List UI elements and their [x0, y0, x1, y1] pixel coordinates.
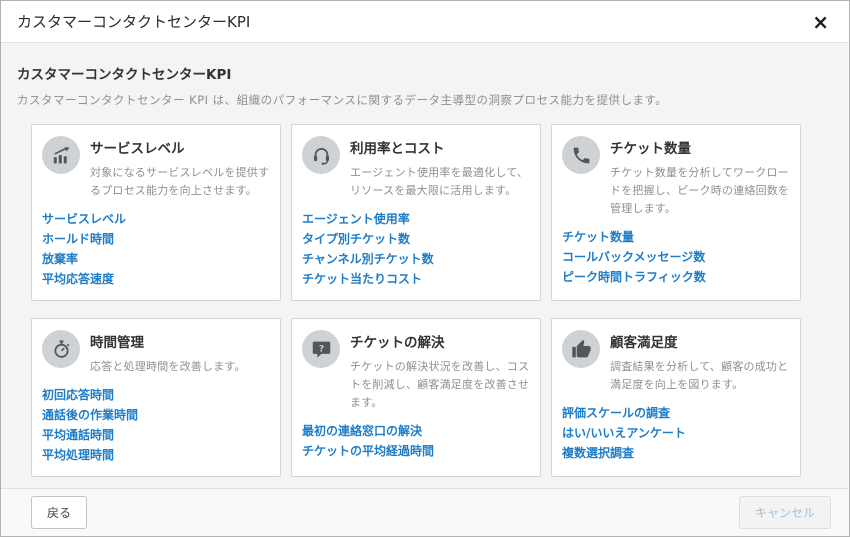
thumbs-up-icon: [562, 330, 600, 368]
kpi-link[interactable]: チケット数量: [562, 227, 790, 247]
kpi-card-utilization-cost: 利用率とコスト エージェント使用率を最適化して、リソースを最大限に活用します。 …: [291, 124, 541, 301]
card-link-list: 評価スケールの調査 はい/いいえアンケート 複数選択調査: [562, 403, 790, 463]
kpi-link[interactable]: コールバックメッセージ数: [562, 247, 790, 267]
card-description: 応答と処理時間を改善します。: [90, 358, 270, 376]
kpi-link[interactable]: チャンネル別チケット数: [302, 249, 530, 269]
card-header: ? チケットの解決 チケットの解決状況を改善し、コストを削減し、顧客満足度を改善…: [302, 330, 530, 412]
kpi-link[interactable]: 複数選択調査: [562, 443, 790, 463]
headset-icon: [302, 136, 340, 174]
kpi-card-customer-satisfaction: 顧客満足度 調査結果を分析して、顧客の成功と満足度を向上を図ります。 評価スケー…: [551, 318, 801, 477]
card-header: 顧客満足度 調査結果を分析して、顧客の成功と満足度を向上を図ります。: [562, 330, 790, 394]
kpi-card-time-management: 時間管理 応答と処理時間を改善します。 初回応答時間 通話後の作業時間 平均通話…: [31, 318, 281, 477]
card-link-list: チケット数量 コールバックメッセージ数 ピーク時間トラフィック数: [562, 227, 790, 287]
kpi-link[interactable]: はい/いいえアンケート: [562, 423, 790, 443]
card-title: 利用率とコスト: [350, 137, 530, 157]
kpi-link[interactable]: 平均通話時間: [42, 425, 270, 445]
back-button[interactable]: 戻る: [31, 496, 87, 529]
card-link-list: エージェント使用率 タイプ別チケット数 チャンネル別チケット数 チケット当たりコ…: [302, 209, 530, 289]
card-header: チケット数量 チケット数量を分析してワークロードを把握し、ピーク時の連絡回数を管…: [562, 136, 790, 218]
card-header: サービスレベル 対象になるサービスレベルを提供するプロセス能力を向上させます。: [42, 136, 270, 200]
kpi-card-service-level: サービスレベル 対象になるサービスレベルを提供するプロセス能力を向上させます。 …: [31, 124, 281, 301]
card-description: チケットの解決状況を改善し、コストを削減し、顧客満足度を改善させます。: [350, 358, 530, 412]
card-header: 時間管理 応答と処理時間を改善します。: [42, 330, 270, 376]
chat-question-icon: ?: [302, 330, 340, 368]
section-title: カスタマーコンタクトセンターKPI: [17, 63, 833, 83]
question-mark-glyph: ?: [318, 343, 323, 354]
card-link-list: サービスレベル ホールド時間 放棄率 平均応答速度: [42, 209, 270, 289]
kpi-link[interactable]: 評価スケールの調査: [562, 403, 790, 423]
bar-chart-icon: [42, 136, 80, 174]
cancel-button[interactable]: キャンセル: [739, 496, 831, 529]
card-title: 顧客満足度: [610, 331, 790, 351]
card-link-list: 最初の連絡窓口の解決 チケットの平均経過時間: [302, 421, 530, 461]
kpi-link[interactable]: ピーク時間トラフィック数: [562, 267, 790, 287]
dialog-footer: 戻る キャンセル: [1, 488, 849, 536]
kpi-link[interactable]: 放棄率: [42, 249, 270, 269]
kpi-link[interactable]: ホールド時間: [42, 229, 270, 249]
kpi-link[interactable]: 平均応答速度: [42, 269, 270, 289]
kpi-link[interactable]: サービスレベル: [42, 209, 270, 229]
card-title: 時間管理: [90, 331, 270, 351]
phone-icon: [562, 136, 600, 174]
card-description: エージェント使用率を最適化して、リソースを最大限に活用します。: [350, 164, 530, 200]
kpi-card-grid: サービスレベル 対象になるサービスレベルを提供するプロセス能力を向上させます。 …: [31, 124, 833, 477]
card-description: 対象になるサービスレベルを提供するプロセス能力を向上させます。: [90, 164, 270, 200]
card-link-list: 初回応答時間 通話後の作業時間 平均通話時間 平均処理時間: [42, 385, 270, 465]
card-description: 調査結果を分析して、顧客の成功と満足度を向上を図ります。: [610, 358, 790, 394]
stopwatch-icon: [42, 330, 80, 368]
dialog-title: カスタマーコンタクトセンターKPI: [17, 11, 250, 32]
kpi-link[interactable]: 最初の連絡窓口の解決: [302, 421, 530, 441]
card-header: 利用率とコスト エージェント使用率を最適化して、リソースを最大限に活用します。: [302, 136, 530, 200]
kpi-card-ticket-resolution: ? チケットの解決 チケットの解決状況を改善し、コストを削減し、顧客満足度を改善…: [291, 318, 541, 477]
kpi-dialog: カスタマーコンタクトセンターKPI × カスタマーコンタクトセンターKPI カス…: [0, 0, 850, 537]
kpi-link[interactable]: 通話後の作業時間: [42, 405, 270, 425]
kpi-link[interactable]: エージェント使用率: [302, 209, 530, 229]
kpi-link[interactable]: 平均処理時間: [42, 445, 270, 465]
kpi-link[interactable]: チケット当たりコスト: [302, 269, 530, 289]
dialog-body: カスタマーコンタクトセンターKPI カスタマーコンタクトセンター KPI は、組…: [1, 43, 849, 488]
card-title: チケットの解決: [350, 331, 530, 351]
kpi-card-ticket-volume: チケット数量 チケット数量を分析してワークロードを把握し、ピーク時の連絡回数を管…: [551, 124, 801, 301]
section-description: カスタマーコンタクトセンター KPI は、組織のパフォーマンスに関するデータ主導…: [17, 92, 833, 108]
card-title: チケット数量: [610, 137, 790, 157]
card-title: サービスレベル: [90, 137, 270, 157]
close-icon[interactable]: ×: [808, 10, 833, 34]
card-description: チケット数量を分析してワークロードを把握し、ピーク時の連絡回数を管理します。: [610, 164, 790, 218]
dialog-header: カスタマーコンタクトセンターKPI ×: [1, 1, 849, 43]
kpi-link[interactable]: チケットの平均経過時間: [302, 441, 530, 461]
kpi-link[interactable]: 初回応答時間: [42, 385, 270, 405]
kpi-link[interactable]: タイプ別チケット数: [302, 229, 530, 249]
